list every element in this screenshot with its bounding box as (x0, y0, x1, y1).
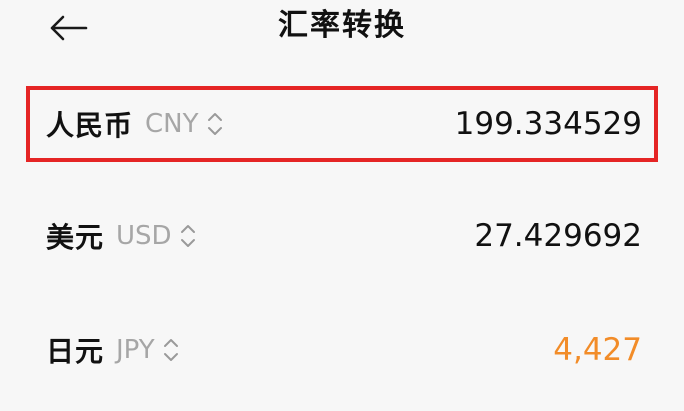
currency-code: JPY (116, 335, 155, 365)
chevron-up-down-icon (178, 221, 198, 251)
back-button[interactable] (36, 2, 100, 54)
currency-code: USD (116, 221, 172, 251)
currency-amount-cny[interactable]: 199.334529 (455, 90, 642, 158)
arrow-left-icon (50, 15, 88, 41)
currency-selector-cny[interactable]: 人民币 CNY (46, 90, 225, 158)
currency-row-cny[interactable]: 人民币 CNY 199.334529 (26, 86, 658, 162)
currency-name: 人民币 (46, 109, 134, 142)
currency-selector-jpy[interactable]: 日元 JPY (46, 312, 181, 388)
currency-selector-usd[interactable]: 美元 USD (46, 198, 198, 274)
currency-code: CNY (145, 109, 199, 139)
currency-name: 日元 (46, 335, 105, 368)
currency-amount-usd[interactable]: 27.429692 (474, 198, 642, 274)
chevron-up-down-icon (205, 109, 225, 139)
header-bar: 汇率转换 (0, 0, 684, 62)
currency-row-jpy[interactable]: 日元 JPY 4,427 (26, 312, 658, 388)
currency-amount-jpy[interactable]: 4,427 (553, 312, 642, 388)
page-title: 汇率转换 (278, 8, 406, 43)
chevron-up-down-icon (161, 335, 181, 365)
currency-name: 美元 (46, 221, 105, 254)
currency-row-usd[interactable]: 美元 USD 27.429692 (26, 198, 658, 274)
